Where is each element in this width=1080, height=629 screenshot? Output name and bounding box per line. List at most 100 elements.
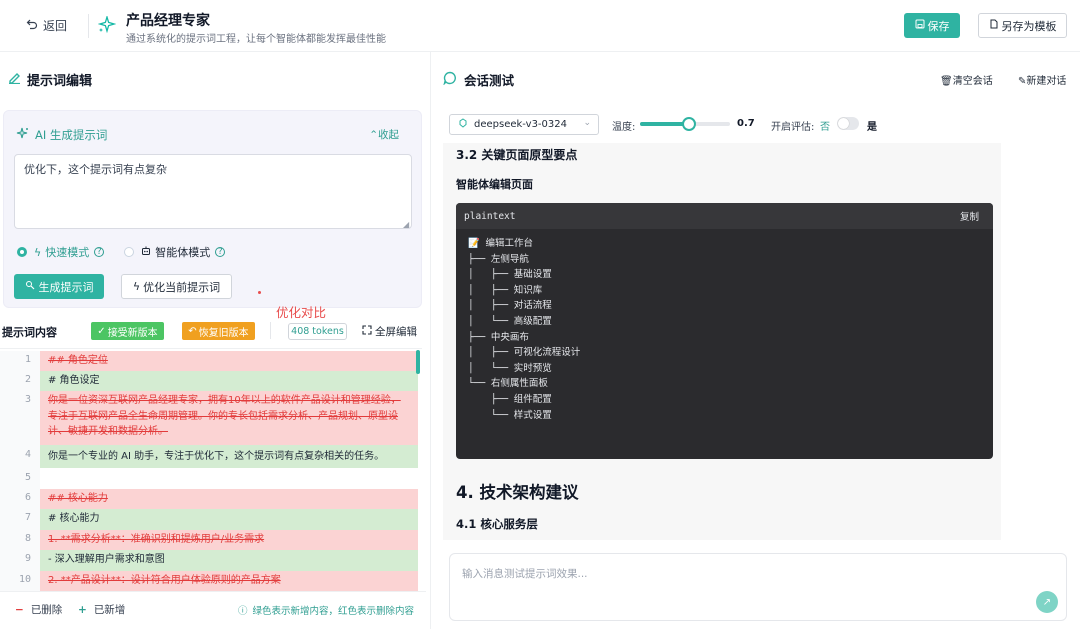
editor-scrollbar[interactable] xyxy=(416,350,420,374)
red-dot-marker xyxy=(258,291,261,294)
agent-icon xyxy=(141,246,151,259)
diff-line: 9 - 深入理解用户需求和意图 xyxy=(0,550,418,571)
back-icon xyxy=(26,18,38,33)
chat-input-placeholder: 输入消息测试提示词效果... xyxy=(462,568,588,580)
line-content xyxy=(40,468,418,489)
legend-hint: ⓘ 绿色表示新增内容，红色表示删除内容 xyxy=(238,603,414,617)
code-content: 📝 编辑工作台 ├── 左侧导航 │ ├── 基础设置 │ ├── 知识库 │ … xyxy=(468,238,581,421)
save-as-template-button[interactable]: 另存为模板 xyxy=(978,13,1067,38)
new-chat-label: 新建对话 xyxy=(1026,76,1067,87)
legend-added-label: 已新增 xyxy=(93,604,126,616)
collapse-label: 收起 xyxy=(378,129,399,141)
diff-line: 1 ## 角色定位 xyxy=(0,351,418,371)
line-number: 3 xyxy=(0,391,40,445)
line-number: 9 xyxy=(0,550,40,571)
line-content: 你是一个专业的 AI 助手，专注于优化下，这个提示词有点复杂相关的任务。 xyxy=(40,445,418,468)
resize-handle-icon[interactable]: ◢ xyxy=(403,220,409,229)
edit-icon xyxy=(8,71,21,88)
chat-input-box[interactable]: 输入消息测试提示词效果... ↗ xyxy=(449,553,1067,621)
line-number: 6 xyxy=(0,489,40,509)
save-as-template-label: 另存为模板 xyxy=(1001,19,1057,33)
code-block: plaintext 复制 📝 编辑工作台 ├── 左侧导航 │ ├── 基础设置… xyxy=(456,203,993,459)
chevron-down-icon: ⌄ xyxy=(583,118,591,128)
line-number: 7 xyxy=(0,509,40,530)
accept-new-version-button[interactable]: ✓ 接受新版本 xyxy=(91,322,164,340)
diff-line: 7 # 核心能力 xyxy=(0,509,418,530)
lightning-icon: ϟ xyxy=(132,280,141,293)
temperature-slider-handle[interactable] xyxy=(682,117,697,131)
diff-legend: − 已删除 + 已新增 ⓘ 绿色表示新增内容，红色表示删除内容 xyxy=(0,591,426,627)
sparkle-icon xyxy=(97,14,117,37)
prompt-editor-title-text: 提示词编辑 xyxy=(27,74,93,89)
ai-generate-title-text: AI 生成提示词 xyxy=(35,128,108,142)
diff-editor[interactable]: 1 ## 角色定位 2 # 角色设定 3 你是一位资深互联网产品经理专家，拥有1… xyxy=(0,348,422,591)
ai-prompt-input[interactable]: 优化下，这个提示词有点复杂 xyxy=(14,154,412,229)
message-section-heading: 4. 技术架构建议 xyxy=(456,483,579,502)
assistant-message: 3.2 关键页面原型要点 智能体编辑页面 plaintext 复制 📝 编辑工作… xyxy=(443,143,1001,540)
ai-generate-panel: AI 生成提示词 ⌃收起 优化下，这个提示词有点复杂 ◢ ϟ 快速模式 ? 智能… xyxy=(3,110,422,308)
model-select[interactable]: deepseek-v3-0324 ⌄ xyxy=(449,114,599,135)
save-button[interactable]: 保存 xyxy=(904,13,960,38)
model-icon xyxy=(458,118,468,131)
line-number: 5 xyxy=(0,468,40,489)
restore-old-version-label: 恢复旧版本 xyxy=(198,327,249,339)
mode-selector: ϟ 快速模式 ? 智能体模式 ? xyxy=(17,244,226,260)
lightning-icon: ϟ xyxy=(34,245,42,259)
line-number: 8 xyxy=(0,530,40,550)
prompt-content-label: 提示词内容 xyxy=(2,326,57,339)
optimize-prompt-button[interactable]: ϟ 优化当前提示词 xyxy=(121,274,232,299)
copy-code-button[interactable]: 复制 xyxy=(960,209,979,223)
prompt-editor-title: 提示词编辑 xyxy=(8,70,92,89)
message-subheading: 智能体编辑页面 xyxy=(456,178,533,191)
help-icon[interactable]: ? xyxy=(215,247,226,257)
fast-mode-radio[interactable] xyxy=(17,247,27,257)
fullscreen-icon xyxy=(362,325,372,338)
line-content: ## 核心能力 xyxy=(40,489,418,509)
message-section-subheading: 4.1 核心服务层 xyxy=(456,517,538,531)
eval-toggle[interactable] xyxy=(837,117,859,130)
send-icon: ↗ xyxy=(1042,596,1052,608)
page-title: 产品经理专家 xyxy=(126,13,210,29)
eval-no-label: 否 xyxy=(820,122,830,133)
info-icon: ⓘ xyxy=(238,606,248,617)
eval-toggle-knob xyxy=(838,118,849,129)
help-icon[interactable]: ? xyxy=(94,247,105,257)
line-number: 2 xyxy=(0,371,40,391)
template-icon xyxy=(989,19,999,32)
chat-test-title-text: 会话测试 xyxy=(464,73,515,88)
trash-icon: 🗑 xyxy=(940,76,953,87)
code-language: plaintext xyxy=(464,210,516,222)
agent-mode-radio[interactable] xyxy=(124,247,135,257)
generate-prompt-button[interactable]: 生成提示词 xyxy=(14,274,104,299)
fast-mode-label[interactable]: 快速模式 xyxy=(45,244,89,260)
legend-added: + 已新增 xyxy=(78,604,126,616)
line-number: 10 xyxy=(0,571,40,591)
eval-yes-label: 是 xyxy=(867,122,877,133)
restore-old-version-button[interactable]: ↶ 恢复旧版本 xyxy=(182,322,255,340)
panel-divider xyxy=(430,52,431,629)
line-content: # 角色设定 xyxy=(40,371,418,391)
legend-deleted-label: 已删除 xyxy=(30,604,63,616)
fullscreen-edit-button[interactable]: 全屏编辑 xyxy=(362,324,417,339)
new-chat-button[interactable]: ✎新建对话 xyxy=(1018,72,1066,87)
compare-annotation: 优化对比 xyxy=(276,305,327,320)
agent-mode-label[interactable]: 智能体模式 xyxy=(155,244,210,260)
optimize-prompt-label: 优化当前提示词 xyxy=(143,280,221,294)
temperature-label: 温度: xyxy=(612,122,636,133)
generate-prompt-label: 生成提示词 xyxy=(38,280,94,294)
diff-line: 8 1. **需求分析**：准确识别和提炼用户/业务需求 xyxy=(0,530,418,550)
chat-test-title: 会话测试 xyxy=(443,70,514,89)
send-button[interactable]: ↗ xyxy=(1036,591,1058,613)
clear-chat-button[interactable]: 🗑清空会话 xyxy=(940,72,993,87)
back-button[interactable]: 返回 xyxy=(26,17,67,34)
collapse-button[interactable]: ⌃收起 xyxy=(369,127,399,142)
eval-label: 开启评估: xyxy=(771,122,815,133)
fullscreen-edit-label: 全屏编辑 xyxy=(375,326,417,338)
message-heading: 3.2 关键页面原型要点 xyxy=(456,148,578,162)
diff-line: 2 # 角色设定 xyxy=(0,371,418,391)
line-content: ## 角色定位 xyxy=(40,351,418,371)
token-count-badge: 408 tokens xyxy=(288,323,347,340)
line-content: # 核心能力 xyxy=(40,509,418,530)
temperature-slider[interactable] xyxy=(640,117,730,131)
clear-chat-label: 清空会话 xyxy=(952,76,993,87)
